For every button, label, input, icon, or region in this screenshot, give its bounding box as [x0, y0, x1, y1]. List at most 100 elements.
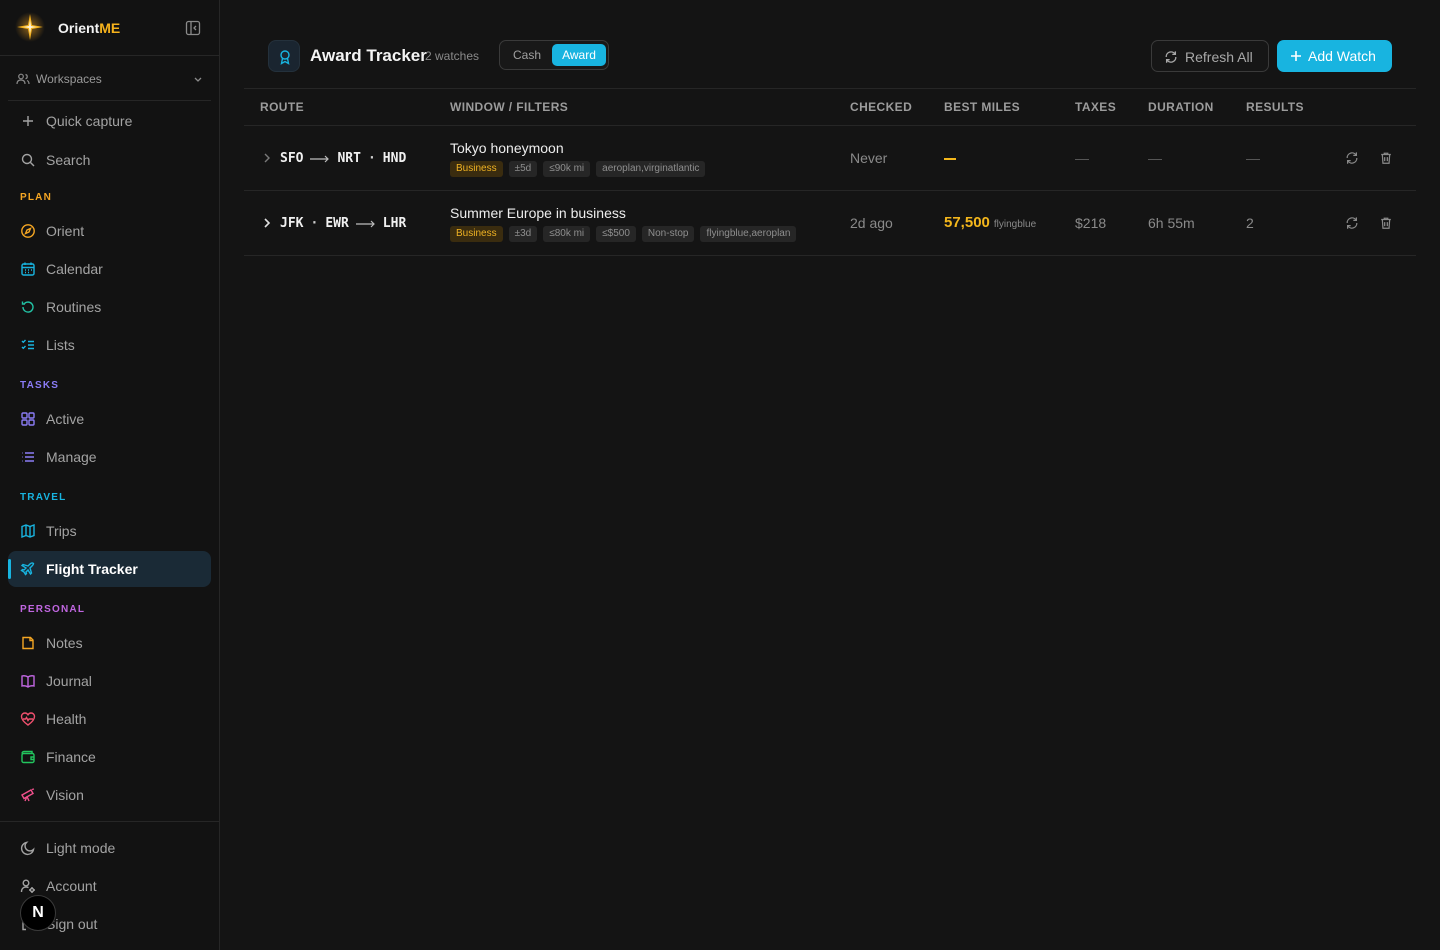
table-row[interactable]: JFK · EWR LHR Summer Europe in business … [244, 191, 1416, 256]
column-best-miles: BEST MILES [944, 100, 1021, 114]
divider [8, 100, 211, 101]
column-checked: CHECKED [850, 100, 913, 114]
table-row[interactable]: SFO NRT · HND Tokyo honeymoon Business ±… [244, 126, 1416, 191]
checked-cell: 2d ago [850, 215, 893, 231]
moon-icon [20, 841, 35, 856]
duration-cell: — [1148, 150, 1162, 166]
trash-icon[interactable] [1379, 151, 1393, 165]
refresh-row-icon[interactable] [1345, 151, 1359, 165]
sidebar-item-lists[interactable]: Lists [8, 327, 211, 363]
cabin-tag: Business [450, 226, 503, 242]
filter-tag: Non-stop [641, 226, 695, 242]
add-watch-button[interactable]: Add Watch [1277, 40, 1392, 72]
section-travel: TRAVEL [20, 492, 67, 503]
sidebar: OrientME Workspaces Quick capture Search… [0, 0, 220, 950]
compass-icon [21, 224, 35, 238]
program-label: flyingblue [993, 219, 1037, 230]
quick-capture-button[interactable]: Quick capture [8, 103, 211, 139]
brand-header: OrientME [0, 0, 219, 56]
arrow-right-icon [310, 155, 330, 162]
separator-dot: · [310, 216, 319, 231]
search-button[interactable]: Search [8, 142, 211, 178]
plus-icon [23, 116, 33, 126]
filter-tag: ±3d [508, 226, 538, 242]
brand-name: OrientME [58, 20, 121, 36]
list-check-icon [21, 339, 34, 350]
sidebar-item-manage[interactable]: Manage [8, 439, 211, 475]
divider [0, 821, 219, 822]
section-plan: PLAN [20, 192, 53, 203]
award-toggle-option[interactable]: Award [552, 44, 606, 66]
cash-award-toggle: Cash Award [499, 40, 609, 70]
sidebar-collapse-icon[interactable] [185, 20, 201, 36]
column-route: ROUTE [260, 100, 304, 114]
map-icon [21, 523, 35, 539]
sidebar-item-health[interactable]: Health [8, 701, 211, 737]
plane-icon [20, 562, 35, 576]
trash-icon[interactable] [1379, 216, 1393, 230]
table-header: ROUTE WINDOW / FILTERS CHECKED BEST MILE… [244, 88, 1416, 126]
refresh-row-icon[interactable] [1345, 216, 1359, 230]
user-gear-icon [20, 879, 35, 893]
workspaces-dropdown[interactable]: Workspaces [8, 64, 211, 94]
calendar-icon [21, 262, 35, 276]
sidebar-item-orient[interactable]: Orient [8, 213, 211, 249]
best-miles-cell: 57,500 flyingblue [944, 214, 1037, 231]
refresh-icon [21, 301, 34, 313]
users-icon [16, 73, 30, 85]
telescope-icon [21, 788, 35, 802]
heart-pulse-icon [20, 712, 36, 726]
results-cell: — [1246, 150, 1260, 166]
filter-tag: ±5d [508, 161, 538, 177]
route: SFO NRT · HND [280, 151, 407, 166]
sidebar-item-finance[interactable]: Finance [8, 739, 211, 775]
column-window-filters: WINDOW / FILTERS [450, 100, 569, 114]
arrow-right-icon [355, 220, 375, 227]
cash-toggle-option[interactable]: Cash [504, 44, 550, 66]
filter-tag: ≤$500 [596, 226, 636, 242]
award-icon [268, 40, 300, 72]
section-personal: PERSONAL [20, 604, 86, 615]
watch-count: 2 watches [425, 49, 480, 63]
chevron-right-icon[interactable] [262, 152, 272, 164]
dev-tools-button[interactable]: N [20, 895, 56, 931]
wallet-icon [21, 750, 35, 764]
results-cell: 2 [1246, 215, 1254, 231]
sidebar-item-calendar[interactable]: Calendar [8, 251, 211, 287]
filter-tags: Business ±5d ≤90k mi aeroplan,virginatla… [450, 161, 706, 177]
search-icon [21, 153, 35, 167]
filter-tag: flyingblue,aeroplan [700, 226, 797, 242]
page-header: Award Tracker 2 watches Cash Award Refre… [244, 30, 1416, 88]
best-miles-empty [944, 158, 956, 160]
sidebar-item-journal[interactable]: Journal [8, 663, 211, 699]
duration-cell: 6h 55m [1148, 215, 1195, 231]
filter-tag: ≤80k mi [543, 226, 591, 242]
taxes-cell: — [1075, 150, 1089, 166]
award-watch-table: ROUTE WINDOW / FILTERS CHECKED BEST MILE… [244, 88, 1416, 256]
section-tasks: TASKS [20, 380, 60, 391]
column-taxes: TAXES [1075, 100, 1117, 114]
orient-logo-icon [15, 12, 45, 42]
sidebar-item-vision[interactable]: Vision [8, 777, 211, 813]
filter-tag: aeroplan,virginatlantic [596, 161, 706, 177]
sidebar-item-flight-tracker[interactable]: Flight Tracker [8, 551, 211, 587]
page-title: Award Tracker [310, 46, 427, 65]
separator-dot: · [367, 151, 376, 166]
sidebar-item-notes[interactable]: Notes [8, 625, 211, 661]
sidebar-item-active[interactable]: Active [8, 401, 211, 437]
watch-name: Tokyo honeymoon [450, 140, 564, 156]
watch-name: Summer Europe in business [450, 205, 626, 221]
refresh-all-button[interactable]: Refresh All [1151, 40, 1269, 72]
refresh-icon [1165, 51, 1177, 63]
sidebar-item-routines[interactable]: Routines [8, 289, 211, 325]
note-icon [22, 636, 34, 650]
book-icon [21, 675, 35, 688]
filter-tags: Business ±3d ≤80k mi ≤$500 Non-stop flyi… [450, 226, 797, 242]
list-icon [22, 452, 34, 462]
route: JFK · EWR LHR [280, 216, 407, 231]
sidebar-item-trips[interactable]: Trips [8, 513, 211, 549]
cabin-tag: Business [450, 161, 503, 177]
chevron-right-icon[interactable] [262, 217, 272, 229]
grid-icon [21, 412, 35, 426]
light-mode-button[interactable]: Light mode [8, 830, 211, 866]
